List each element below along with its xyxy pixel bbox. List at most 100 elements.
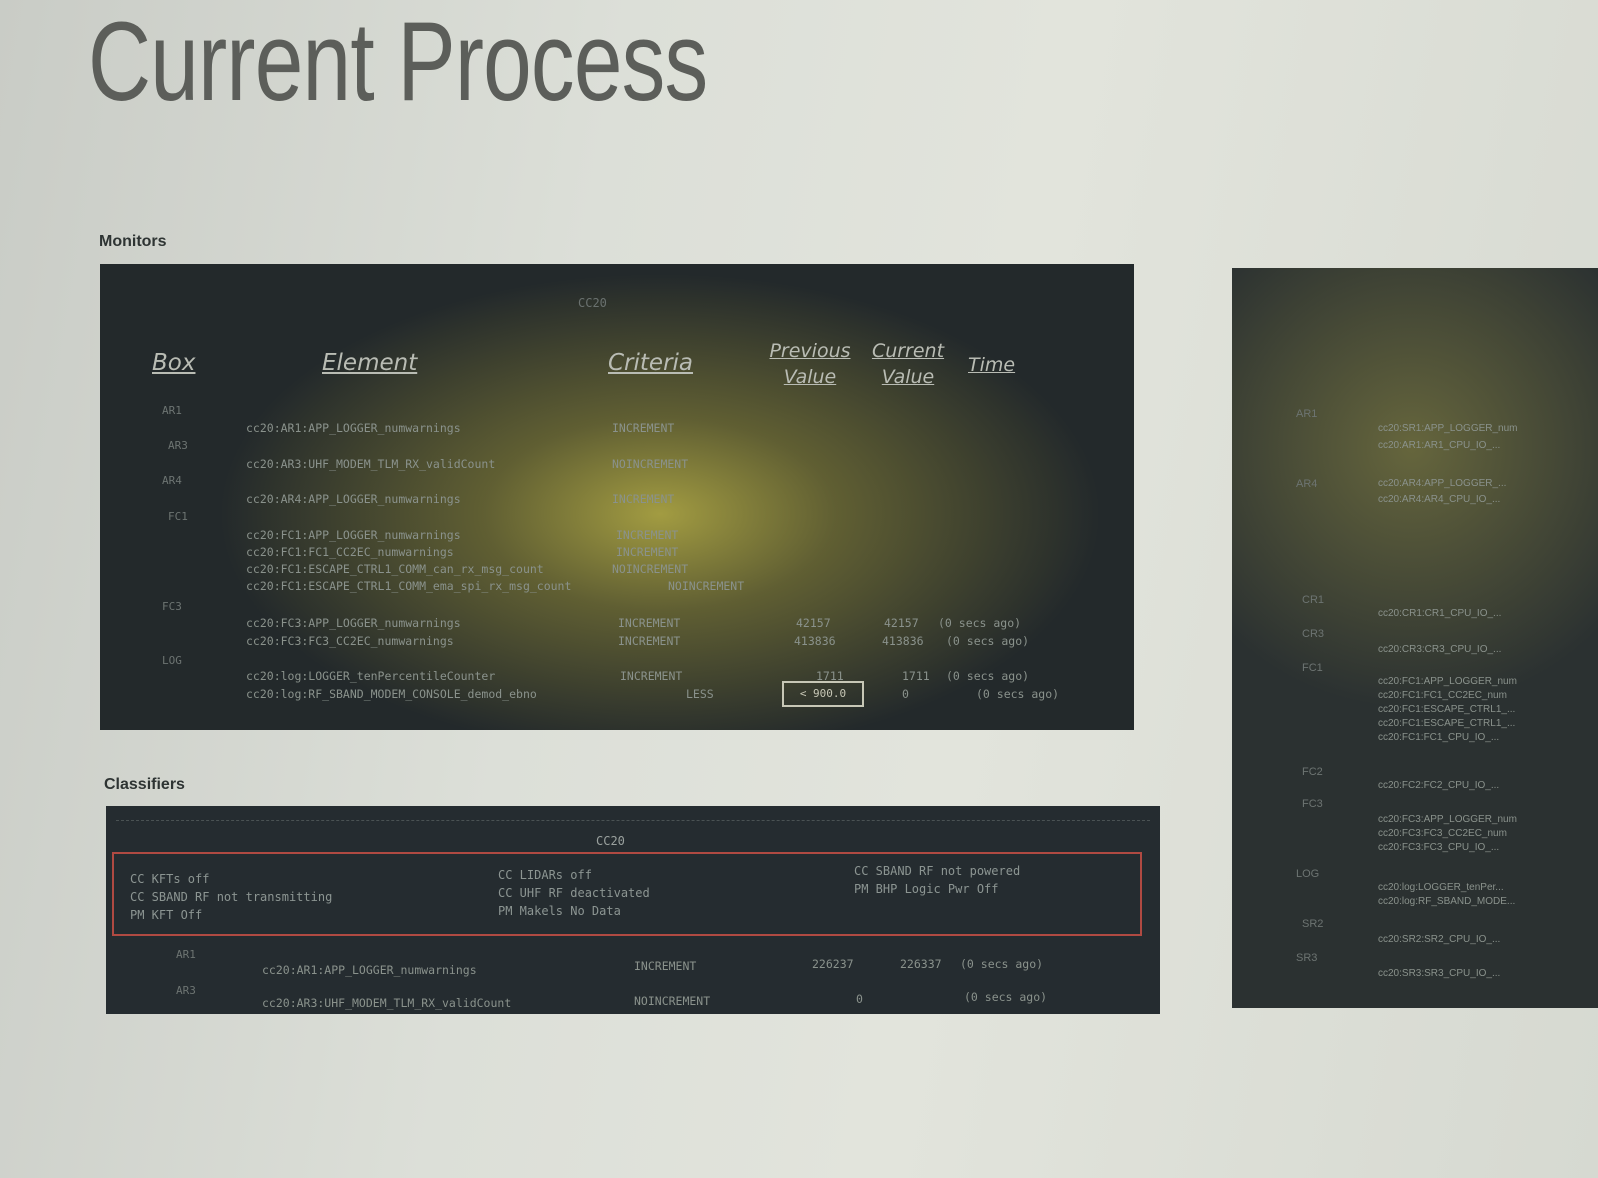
group-label: LOG bbox=[1296, 868, 1320, 880]
table-row-current: 42157 bbox=[884, 616, 919, 630]
list-item: cc20:FC1:ESCAPE_CTRL1_... bbox=[1378, 704, 1516, 715]
threshold-highlight: < 900.0 bbox=[782, 681, 864, 707]
classifier-item: CC LIDARs off bbox=[498, 868, 592, 882]
classifier-group: CC KFTs off CC SBAND RF not transmitting… bbox=[112, 852, 1142, 936]
list-item: cc20:SR1:APP_LOGGER_num bbox=[1378, 423, 1518, 434]
table-row-criteria: INCREMENT bbox=[620, 669, 683, 683]
table-row-criteria: NOINCREMENT bbox=[634, 994, 711, 1008]
group-label: AR1 bbox=[162, 404, 182, 417]
group-label: FC3 bbox=[1302, 798, 1323, 810]
column-header-element: Element bbox=[322, 350, 418, 376]
list-item: cc20:log:LOGGER_tenPer... bbox=[1378, 882, 1504, 893]
column-header-current-value: Current Value bbox=[871, 340, 945, 388]
table-row-current: 413836 bbox=[882, 634, 924, 648]
list-item: cc20:FC1:FC1_CC2EC_num bbox=[1378, 690, 1507, 701]
group-label: SR3 bbox=[1296, 952, 1318, 964]
table-row-criteria: INCREMENT bbox=[616, 528, 679, 542]
table-row-element: cc20:AR1:APP_LOGGER_numwarnings bbox=[262, 963, 477, 977]
page-title: Current Process bbox=[88, 0, 708, 124]
table-row-criteria: NOINCREMENT bbox=[612, 457, 689, 471]
table-row-element: cc20:log:LOGGER_tenPercentileCounter bbox=[246, 669, 496, 683]
table-row-element: cc20:AR3:UHF_MODEM_TLM_RX_validCount bbox=[246, 457, 496, 471]
group-label: FC1 bbox=[168, 510, 188, 523]
side-panel: AR1 AR4 CR1 CR3 FC1 FC2 FC3 LOG SR2 SR3 … bbox=[1232, 268, 1598, 1008]
list-item: cc20:FC3:APP_LOGGER_num bbox=[1378, 814, 1517, 825]
table-row-current: 1711 bbox=[902, 669, 930, 683]
list-item: cc20:CR3:CR3_CPU_IO_... bbox=[1378, 644, 1502, 655]
table-row-element: cc20:AR3:UHF_MODEM_TLM_RX_validCount bbox=[262, 996, 512, 1010]
table-row-current: 0 bbox=[902, 687, 909, 701]
list-item: cc20:AR4:AR4_CPU_IO_... bbox=[1378, 494, 1501, 505]
group-label: CR3 bbox=[1302, 628, 1325, 640]
list-item: cc20:SR2:SR2_CPU_IO_... bbox=[1378, 934, 1501, 945]
monitors-label: Monitors bbox=[99, 233, 167, 250]
monitors-panel: CC20 Box Element Criteria Previous Value… bbox=[100, 264, 1134, 730]
group-label: AR3 bbox=[176, 984, 196, 997]
table-row-element: cc20:FC1:ESCAPE_CTRL1_COMM_can_rx_msg_co… bbox=[246, 562, 544, 576]
classifier-item: PM BHP Logic Pwr Off bbox=[854, 882, 999, 896]
list-item: cc20:FC3:FC3_CPU_IO_... bbox=[1378, 842, 1500, 853]
table-row-previous: 0 bbox=[856, 992, 863, 1006]
list-item: cc20:FC2:FC2_CPU_IO_... bbox=[1378, 780, 1500, 791]
list-item: cc20:FC3:FC3_CC2EC_num bbox=[1378, 828, 1507, 839]
classifier-item: PM KFT Off bbox=[130, 908, 203, 922]
table-row-element: cc20:FC3:APP_LOGGER_numwarnings bbox=[246, 616, 461, 630]
table-row-time: (0 secs ago) bbox=[946, 669, 1030, 683]
table-row-criteria: INCREMENT bbox=[618, 616, 681, 630]
list-item: cc20:log:RF_SBAND_MODE... bbox=[1378, 896, 1516, 907]
classifiers-header: CC20 bbox=[596, 834, 625, 848]
table-row-element: cc20:AR4:APP_LOGGER_numwarnings bbox=[246, 492, 461, 506]
classifiers-panel: CC20 CC KFTs off CC SBAND RF not transmi… bbox=[106, 806, 1160, 1014]
table-row-time: (0 secs ago) bbox=[976, 687, 1060, 701]
table-row-criteria: INCREMENT bbox=[634, 959, 697, 973]
list-item: cc20:CR1:CR1_CPU_IO_... bbox=[1378, 608, 1502, 619]
classifier-item: CC SBAND RF not powered bbox=[854, 864, 1021, 878]
column-header-criteria: Criteria bbox=[608, 350, 694, 376]
list-item: cc20:FC1:FC1_CPU_IO_... bbox=[1378, 732, 1500, 743]
table-row-element: cc20:FC3:FC3_CC2EC_numwarnings bbox=[246, 634, 454, 648]
group-label: AR4 bbox=[162, 474, 182, 487]
table-row-current: 226337 bbox=[900, 957, 942, 971]
list-item: cc20:FC1:ESCAPE_CTRL1_... bbox=[1378, 718, 1516, 729]
list-item: cc20:SR3:SR3_CPU_IO_... bbox=[1378, 968, 1501, 979]
classifier-item: CC KFTs off bbox=[130, 872, 210, 886]
table-row-time: (0 secs ago) bbox=[946, 634, 1030, 648]
table-row-element: cc20:AR1:APP_LOGGER_numwarnings bbox=[246, 421, 461, 435]
list-item: cc20:AR4:APP_LOGGER_... bbox=[1378, 478, 1507, 489]
classifier-item: PM Makels No Data bbox=[498, 904, 621, 918]
table-row-criteria: INCREMENT bbox=[618, 634, 681, 648]
table-row-time: (0 secs ago) bbox=[964, 990, 1048, 1004]
table-row-element: cc20:FC1:APP_LOGGER_numwarnings bbox=[246, 528, 461, 542]
table-row-criteria: INCREMENT bbox=[612, 421, 675, 435]
classifiers-label: Classifiers bbox=[104, 776, 185, 793]
list-item: cc20:FC1:APP_LOGGER_num bbox=[1378, 676, 1517, 687]
group-label: LOG bbox=[162, 654, 182, 667]
table-row-element: cc20:FC1:FC1_CC2EC_numwarnings bbox=[246, 545, 454, 559]
group-label: AR1 bbox=[1296, 408, 1318, 420]
group-label: AR4 bbox=[1296, 478, 1318, 490]
table-row-time: (0 secs ago) bbox=[960, 957, 1044, 971]
table-row-criteria: INCREMENT bbox=[612, 492, 675, 506]
group-label: FC1 bbox=[1302, 662, 1323, 674]
group-label: CR1 bbox=[1302, 594, 1325, 606]
table-row-previous: 226237 bbox=[812, 957, 854, 971]
group-label: FC2 bbox=[1302, 766, 1323, 778]
list-item: cc20:AR1:AR1_CPU_IO_... bbox=[1378, 440, 1501, 451]
column-header-previous-value: Previous Value bbox=[769, 340, 851, 388]
table-row-criteria: NOINCREMENT bbox=[668, 579, 745, 593]
classifier-item: CC SBAND RF not transmitting bbox=[130, 890, 333, 904]
table-row-element: cc20:log:RF_SBAND_MODEM_CONSOLE_demod_eb… bbox=[246, 687, 537, 701]
table-row-previous: 42157 bbox=[796, 616, 831, 630]
table-row-criteria: INCREMENT bbox=[616, 545, 679, 559]
group-label: FC3 bbox=[162, 600, 182, 613]
group-label: AR1 bbox=[176, 948, 196, 961]
table-row-time: (0 secs ago) bbox=[938, 616, 1022, 630]
table-row-criteria: LESS bbox=[686, 687, 714, 701]
column-header-box: Box bbox=[152, 350, 196, 376]
group-label: SR2 bbox=[1302, 918, 1324, 930]
table-row-previous: 413836 bbox=[794, 634, 836, 648]
monitors-header: CC20 bbox=[578, 296, 607, 310]
column-header-time: Time bbox=[968, 354, 1016, 376]
table-row-criteria: NOINCREMENT bbox=[612, 562, 689, 576]
group-label: AR3 bbox=[168, 439, 188, 452]
